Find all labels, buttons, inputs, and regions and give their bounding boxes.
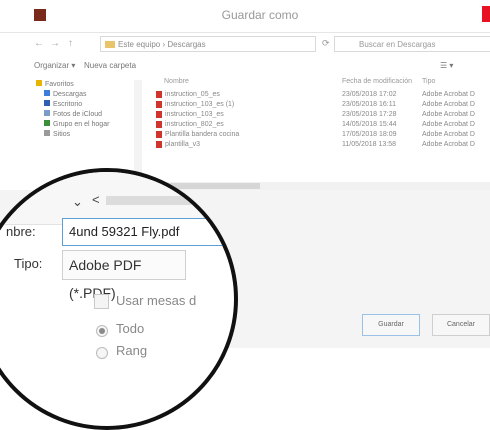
sidebar-item-label: Fotos de iCloud <box>53 111 103 118</box>
folder-icon <box>44 110 50 116</box>
pdf-file-icon <box>156 101 162 108</box>
sidebar-item-label: Favoritos <box>45 81 74 88</box>
file-type-cell: Adobe Acrobat D <box>422 111 475 118</box>
file-name-cell: instruction_05_es <box>165 91 220 98</box>
forward-icon[interactable]: → <box>50 38 60 49</box>
organize-button[interactable]: Organizar ▾ <box>34 61 75 70</box>
file-date-cell: 23/05/2018 17:02 <box>342 91 397 98</box>
sidebar: Favoritos Descargas Escritorio Fotos de iCl… <box>36 80 134 180</box>
file-type-cell: Adobe Acrobat D <box>422 121 475 128</box>
chevron-down-icon[interactable]: ⌄ <box>72 194 83 210</box>
sidebar-item[interactable]: Descargas <box>36 90 134 100</box>
use-tables-label: Usar mesas d <box>116 293 197 308</box>
use-tables-checkbox[interactable] <box>94 294 109 309</box>
magnified-scrollbar[interactable] <box>106 196 234 205</box>
pdf-file-icon <box>156 91 162 98</box>
pdf-file-icon <box>156 121 162 128</box>
sidebar-item-label: Grupo en el hogar <box>53 121 110 128</box>
file-row[interactable]: plantilla_v3 11/05/2018 13:58 Adobe Acroba… <box>156 140 490 150</box>
breadcrumb[interactable]: Este equipo › Descargas <box>100 36 316 52</box>
filename-label: nbre: <box>6 224 36 239</box>
file-name-cell: plantilla_v3 <box>165 141 201 148</box>
folder-icon <box>36 80 42 86</box>
search-input[interactable]: Buscar en Descargas <box>334 36 490 52</box>
file-name-cell: instruction_103_es <box>165 111 224 118</box>
file-type-cell: Adobe Acrobat D <box>422 131 475 138</box>
file-name-cell: instruction_103_es (1) <box>165 101 235 108</box>
magnifier-lens: ⌄ < nbre: 4und 59321 Fly.pdf Tipo: Adobe… <box>0 168 238 430</box>
file-row[interactable]: instruction_103_es (1) 23/05/2018 16:11 Ad… <box>156 100 490 110</box>
file-type-cell: Adobe Acrobat D <box>422 91 475 98</box>
sidebar-item-label: Descargas <box>53 91 87 98</box>
view-options-button[interactable]: ☰ ▾ <box>440 61 453 70</box>
file-name-cell: instruction_802_es <box>165 121 224 128</box>
filename-input[interactable]: 4und 59321 Fly.pdf <box>62 218 234 246</box>
file-row[interactable]: Plantilla bandera cocina 17/05/2018 18:09… <box>156 130 490 140</box>
sidebar-item[interactable]: Favoritos <box>36 80 134 90</box>
file-name-cell: Plantilla bandera cocina <box>165 131 240 138</box>
file-date-cell: 14/05/2018 15:44 <box>342 121 397 128</box>
pdf-file-icon <box>156 131 162 138</box>
file-date-cell: 23/05/2018 16:11 <box>342 101 396 108</box>
file-row[interactable]: instruction_05_es 23/05/2018 17:02 Adobe A… <box>156 90 490 100</box>
breadcrumb-path: Este equipo › Descargas <box>118 40 206 49</box>
cancel-button[interactable]: Cancelar <box>432 314 490 336</box>
column-header-type[interactable]: Tipo <box>422 78 435 85</box>
folder-icon <box>44 130 50 136</box>
folder-icon <box>44 120 50 126</box>
up-icon[interactable]: ↑ <box>68 38 73 49</box>
file-row[interactable]: instruction_103_es 23/05/2018 17:28 Adobe … <box>156 110 490 120</box>
title-bar: Guardar como <box>0 0 490 33</box>
sidebar-item[interactable]: Sitios <box>36 130 134 140</box>
all-pages-label: Todo <box>116 321 145 336</box>
sidebar-item-label: Sitios <box>53 131 71 138</box>
file-type-cell: Adobe Acrobat D <box>422 141 475 148</box>
refresh-icon[interactable]: ⟳ <box>322 38 330 49</box>
close-icon[interactable] <box>482 6 490 22</box>
save-button[interactable]: Guardar <box>362 314 420 336</box>
pdf-file-icon <box>156 141 162 148</box>
folder-icon <box>44 100 50 106</box>
sidebar-item-label: Escritorio <box>53 101 83 108</box>
sidebar-scrollbar[interactable] <box>134 80 142 180</box>
folder-icon <box>44 90 50 96</box>
file-date-cell: 23/05/2018 17:28 <box>342 111 397 118</box>
sidebar-item[interactable]: Grupo en el hogar <box>36 120 134 130</box>
range-radio[interactable] <box>96 347 108 359</box>
pdf-file-icon <box>156 111 162 118</box>
all-pages-radio[interactable] <box>96 325 108 337</box>
type-label: Tipo: <box>14 256 43 271</box>
chevron-left-icon[interactable]: < <box>92 192 100 207</box>
folder-icon <box>105 41 115 48</box>
window-title: Guardar como <box>221 8 299 22</box>
toolbar: Organizar ▾ Nueva carpeta ☰ ▾ <box>0 58 490 74</box>
file-type-cell: Adobe Acrobat D <box>422 101 475 108</box>
file-date-cell: 11/05/2018 13:58 <box>342 141 396 148</box>
sidebar-item[interactable]: Fotos de iCloud <box>36 110 134 120</box>
file-type-select[interactable]: Adobe PDF (*.PDF) <box>62 250 186 301</box>
column-header-date[interactable]: Fecha de modificación <box>342 78 412 85</box>
range-label: Rang <box>116 343 148 358</box>
file-date-cell: 17/05/2018 18:09 <box>342 131 397 138</box>
column-header-name[interactable]: Nombre <box>164 78 189 85</box>
sidebar-item[interactable]: Escritorio <box>36 100 134 110</box>
file-list: Nombre Fecha de modificación Tipo instru… <box>156 78 490 182</box>
file-row[interactable]: instruction_802_es 14/05/2018 15:44 Adobe … <box>156 120 490 130</box>
new-folder-button[interactable]: Nueva carpeta <box>84 61 136 70</box>
back-icon[interactable]: ← <box>34 38 44 49</box>
address-bar: ← → ↑ Este equipo › Descargas ⟳ Buscar e… <box>0 34 490 56</box>
